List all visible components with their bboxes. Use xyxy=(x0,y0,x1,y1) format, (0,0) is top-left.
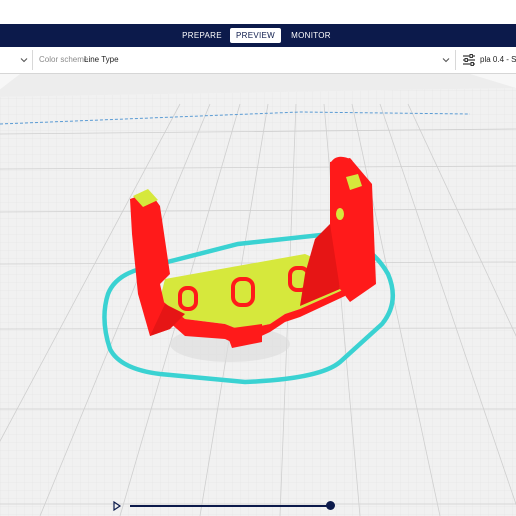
3d-viewport[interactable] xyxy=(0,74,516,516)
tab-preview[interactable]: PREVIEW xyxy=(230,28,281,43)
color-scheme-label: Color scheme xyxy=(39,55,89,64)
build-plate-scene[interactable] xyxy=(0,74,516,516)
tab-monitor[interactable]: MONITOR xyxy=(289,28,333,43)
chevron-down-icon[interactable] xyxy=(19,55,29,65)
layer-playback-bar xyxy=(0,494,516,516)
chevron-down-icon xyxy=(442,58,450,63)
base-slot xyxy=(178,286,198,311)
color-scheme-value: Line Type xyxy=(84,55,119,64)
settings-sliders-icon xyxy=(463,54,475,66)
tab-prepare[interactable]: PREPARE xyxy=(180,28,224,43)
print-profile-label: pla 0.4 - Stan xyxy=(480,55,516,64)
print-settings-button[interactable]: pla 0.4 - Stan xyxy=(456,47,516,73)
stage-menu: PREPARE PREVIEW MONITOR xyxy=(0,24,516,47)
base-slot xyxy=(231,277,255,307)
color-scheme-selector[interactable]: Color scheme Line Type xyxy=(33,47,455,73)
play-icon[interactable] xyxy=(112,501,122,511)
view-toolbar: Color scheme Line Type pla 0.4 - Stan xyxy=(0,47,516,74)
layer-slider-handle[interactable] xyxy=(326,501,335,510)
layer-slider-track[interactable] xyxy=(130,505,330,507)
window-top-strip xyxy=(0,0,516,24)
